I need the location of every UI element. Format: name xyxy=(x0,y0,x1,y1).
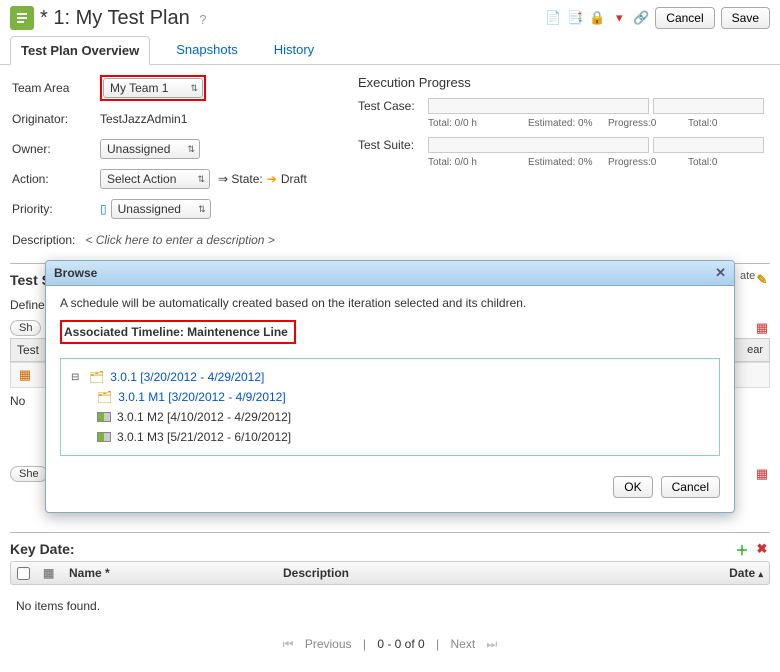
test-case-bar1 xyxy=(428,98,649,114)
iteration-root[interactable]: 3.0.1 [3/20/2012 - 4/29/2012] xyxy=(110,370,264,384)
browse-dialog: Browse ✕ A schedule will be automaticall… xyxy=(45,260,735,513)
originator-label: Originator: xyxy=(12,112,100,126)
calendar-icon[interactable]: ▦ xyxy=(754,320,770,336)
duplicate-icon[interactable]: 📑 xyxy=(567,10,583,26)
ear-fragment: ear xyxy=(747,344,763,356)
description-placeholder[interactable]: < Click here to enter a description > xyxy=(85,233,274,247)
sh-button[interactable]: Sh xyxy=(10,320,41,336)
test-label: Test xyxy=(17,343,39,357)
test-case-bar2 xyxy=(653,98,764,114)
exec-progress-title: Execution Progress xyxy=(358,75,768,90)
iteration-bar-icon xyxy=(97,412,111,422)
iteration-m3[interactable]: 3.0.1 M3 [5/21/2012 - 6/10/2012] xyxy=(117,430,291,444)
priority-select[interactable]: Unassigned xyxy=(111,199,211,219)
priority-icon: ▯ xyxy=(100,202,107,216)
ate-fragment: ate xyxy=(740,270,755,282)
iteration-m1[interactable]: 3.0.1 M1 [3/20/2012 - 4/9/2012] xyxy=(118,390,285,404)
tab-snapshots[interactable]: Snapshots xyxy=(166,36,247,64)
state-prefix: ⇒ State: xyxy=(218,172,263,186)
tc-estimated: Estimated: 0% xyxy=(528,118,608,129)
test-suite-bar1 xyxy=(428,137,649,153)
pager-last-icon[interactable]: ⏭ xyxy=(487,637,498,651)
tc-progress: Progress:0 xyxy=(608,118,688,129)
originator-value: TestJazzAdmin1 xyxy=(100,112,187,126)
lock-icon[interactable]: 🔒 xyxy=(589,10,605,26)
ts-total2: Total:0 xyxy=(688,157,768,168)
iteration-m2[interactable]: 3.0.1 M2 [4/10/2012 - 4/29/2012] xyxy=(117,410,291,424)
tabs: Test Plan Overview Snapshots History xyxy=(0,36,780,65)
edit-icon[interactable]: ✎ xyxy=(754,272,770,288)
type-col-icon[interactable]: ▦ xyxy=(43,566,61,580)
state-arrow-icon: ➔ xyxy=(267,172,277,186)
pager-range: 0 - 0 of 0 xyxy=(377,637,424,651)
description-label: Description: xyxy=(12,233,75,247)
action-select[interactable]: Select Action xyxy=(100,169,210,189)
tc-total: Total: 0/0 h xyxy=(428,118,528,129)
test-suite-label: Test Suite: xyxy=(358,138,428,152)
page-title: * 1: My Test Plan ? xyxy=(40,7,539,30)
dialog-intro: A schedule will be automatically created… xyxy=(60,296,720,310)
pager-next[interactable]: Next xyxy=(451,637,476,651)
testplan-doc-icon xyxy=(10,6,34,30)
select-all-checkbox[interactable] xyxy=(17,567,30,580)
owner-select[interactable]: Unassigned xyxy=(100,139,200,159)
col-desc[interactable]: Description xyxy=(283,566,695,580)
pager-prev[interactable]: Previous xyxy=(305,637,352,651)
key-date-table-header: ▦ Name * Description Date ▴ xyxy=(10,561,770,585)
iteration-bar-icon xyxy=(97,432,111,442)
calendar-icon-2[interactable]: ▦ xyxy=(754,466,770,482)
ts-estimated: Estimated: 0% xyxy=(528,157,608,168)
dialog-cancel-button[interactable]: Cancel xyxy=(661,476,720,498)
owner-label: Owner: xyxy=(12,142,100,156)
tab-history[interactable]: History xyxy=(264,36,324,64)
state-value: Draft xyxy=(281,172,307,186)
folder-icon: 🗂 xyxy=(89,370,104,384)
associated-timeline: Associated Timeline: Maintenence Line xyxy=(60,320,296,344)
help-icon[interactable]: ? xyxy=(199,12,206,27)
action-label: Action: xyxy=(12,172,100,186)
save-button[interactable]: Save xyxy=(721,7,770,29)
pager-first-icon[interactable]: ⏮ xyxy=(283,637,294,651)
tab-overview[interactable]: Test Plan Overview xyxy=(10,36,150,65)
delete-icon[interactable]: ✖ xyxy=(754,541,770,557)
team-area-label: Team Area xyxy=(12,81,100,95)
grid-icon[interactable]: ▦ xyxy=(17,367,33,383)
pager: ⏮ Previous | 0 - 0 of 0 | Next ⏭ xyxy=(10,627,770,662)
col-date[interactable]: Date ▴ xyxy=(703,566,763,580)
ts-progress: Progress:0 xyxy=(608,157,688,168)
test-suite-bar2 xyxy=(653,137,764,153)
team-area-select[interactable]: My Team 1 xyxy=(103,78,203,98)
key-date-title: Key Date: xyxy=(10,541,75,557)
test-case-label: Test Case: xyxy=(358,99,428,113)
priority-label: Priority: xyxy=(12,202,100,216)
cancel-button[interactable]: Cancel xyxy=(655,7,714,29)
folder-icon: 🗂 xyxy=(97,390,112,404)
export-pdf-icon[interactable]: ▾ xyxy=(611,10,627,26)
link-icon[interactable]: 🔗 xyxy=(633,10,649,26)
ok-button[interactable]: OK xyxy=(613,476,652,498)
no-items-message: No items found. xyxy=(10,585,770,627)
iteration-tree: ⊟ 🗂 3.0.1 [3/20/2012 - 4/29/2012] 🗂 3.0.… xyxy=(60,358,720,456)
col-name[interactable]: Name * xyxy=(69,566,275,580)
team-area-highlight: My Team 1 xyxy=(100,75,206,101)
add-icon[interactable]: ＋ xyxy=(734,541,750,557)
dialog-title: Browse xyxy=(54,266,97,280)
copy-icon[interactable]: 📄 xyxy=(545,10,561,26)
tree-collapse-icon[interactable]: ⊟ xyxy=(71,372,83,383)
tc-total2: Total:0 xyxy=(688,118,768,129)
close-icon[interactable]: ✕ xyxy=(715,265,726,281)
she-button[interactable]: She xyxy=(10,466,48,482)
ts-total: Total: 0/0 h xyxy=(428,157,528,168)
